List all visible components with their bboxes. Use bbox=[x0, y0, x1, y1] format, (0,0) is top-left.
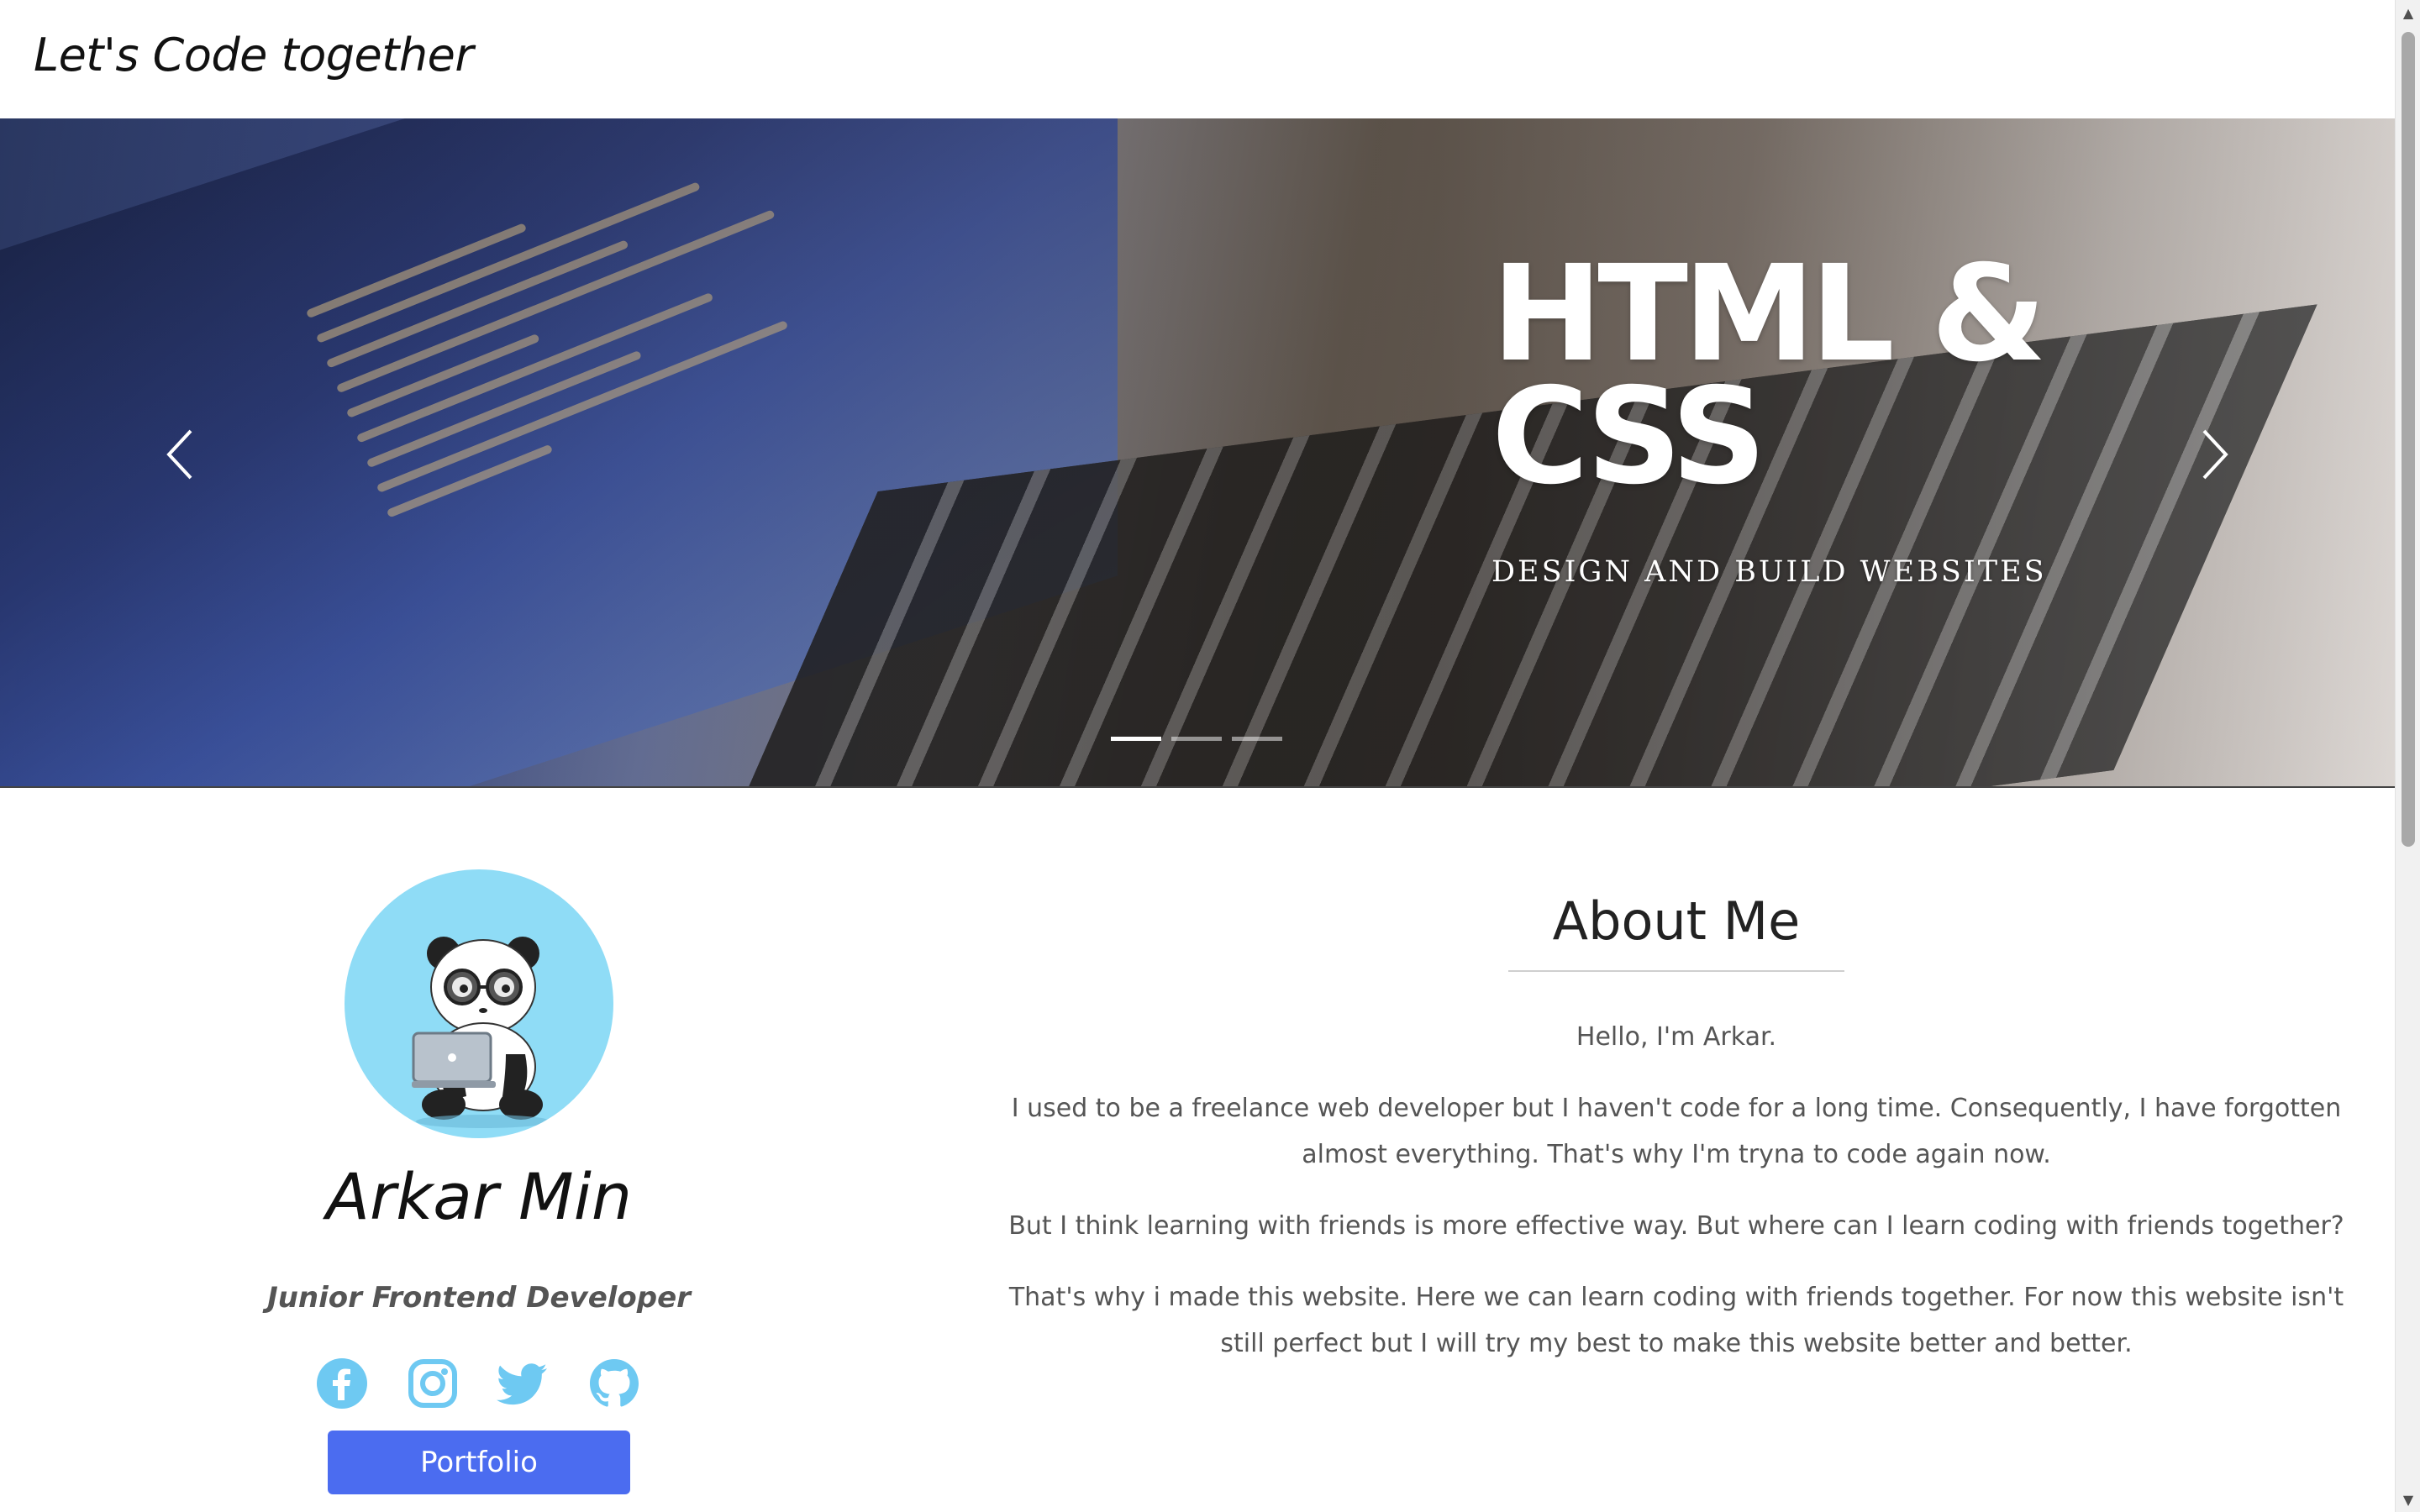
about-divider bbox=[1508, 970, 1844, 972]
chevron-right-icon bbox=[2202, 429, 2228, 480]
hero-title: HTML & CSS bbox=[1491, 237, 2047, 514]
about-section: About Me Hello, I'm Arkar. I used to be … bbox=[1008, 890, 2344, 1392]
triangle-down-icon: ▼ bbox=[2402, 1491, 2414, 1508]
avatar bbox=[345, 869, 613, 1138]
instagram-link[interactable] bbox=[406, 1357, 460, 1410]
navbar: Let's Code together bbox=[0, 0, 2395, 118]
hero-carousel: HTML & CSS DESIGN AND BUILD WEBSITES bbox=[0, 118, 2395, 788]
twitter-icon bbox=[497, 1363, 547, 1405]
instagram-icon bbox=[408, 1359, 457, 1408]
scrollbar-thumb[interactable] bbox=[2402, 32, 2415, 847]
carousel-prev-button[interactable] bbox=[155, 421, 206, 488]
profile-role: Junior Frontend Developer bbox=[267, 1281, 691, 1315]
about-paragraph: Hello, I'm Arkar. bbox=[1576, 1022, 1777, 1052]
hero-subtitle: DESIGN AND BUILD WEBSITES bbox=[1491, 555, 2047, 589]
scroll-up-button[interactable]: ▲ bbox=[2396, 0, 2420, 25]
profile-name: Arkar Min bbox=[325, 1159, 633, 1234]
github-link[interactable] bbox=[587, 1357, 641, 1410]
carousel-next-button[interactable] bbox=[2189, 421, 2239, 488]
page: Let's Code together HTML & CSS DESIGN AN… bbox=[0, 0, 2420, 1512]
panda-avatar-image bbox=[412, 937, 550, 1128]
carousel-indicator-1[interactable] bbox=[1111, 737, 1161, 741]
social-links bbox=[315, 1357, 651, 1415]
carousel-indicators bbox=[1111, 737, 1287, 745]
about-paragraph: That's why i made this website. Here we … bbox=[1008, 1283, 2344, 1358]
profile-card: Arkar Min Junior Frontend Developer Port… bbox=[168, 869, 790, 1508]
chevron-left-icon bbox=[166, 429, 192, 480]
page-scrollbar[interactable]: ▲ ▼ bbox=[2395, 0, 2420, 1512]
portfolio-button[interactable]: Portfolio bbox=[328, 1431, 630, 1494]
facebook-link[interactable] bbox=[315, 1357, 369, 1410]
about-title: About Me bbox=[1552, 890, 1801, 952]
carousel-indicator-3[interactable] bbox=[1232, 737, 1282, 741]
about-paragraph: But I think learning with friends is mor… bbox=[1008, 1211, 2344, 1241]
facebook-icon bbox=[317, 1358, 367, 1409]
scroll-down-button[interactable]: ▼ bbox=[2396, 1487, 2420, 1512]
navbar-brand[interactable]: Let's Code together bbox=[34, 29, 474, 81]
about-paragraph: I used to be a freelance web developer b… bbox=[1011, 1094, 2342, 1169]
github-icon bbox=[590, 1359, 639, 1407]
carousel-indicator-2[interactable] bbox=[1171, 737, 1222, 741]
twitter-link[interactable] bbox=[497, 1357, 550, 1410]
triangle-up-icon: ▲ bbox=[2402, 4, 2414, 21]
